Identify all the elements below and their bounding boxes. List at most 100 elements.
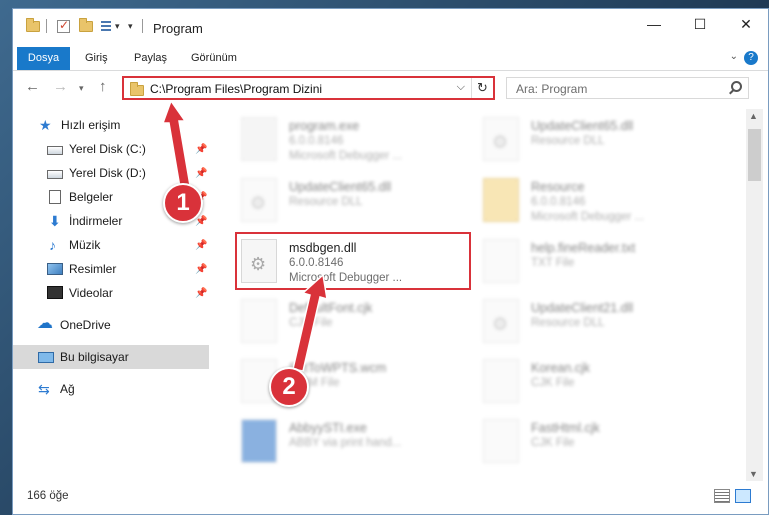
file-list: program.exe 6.0.0.8146 Microsoft Debugge…	[211, 109, 743, 481]
properties-icon[interactable]: ▾	[101, 18, 120, 34]
file-explorer-window: ▾ ▾ Program — ☐ ✕ Dosya Giriş Paylaş Gör…	[12, 8, 769, 515]
file-item[interactable]: Resource 6.0.0.8146 Microsoft Debugger .…	[483, 174, 723, 230]
search-box[interactable]: Ara: Program	[506, 77, 749, 99]
up-arrow-icon[interactable]: ↑	[99, 78, 107, 95]
dll-file-icon	[241, 178, 277, 222]
scroll-down-arrow-icon[interactable]: ▼	[749, 469, 758, 479]
file-description: ABBY via print hand...	[289, 437, 402, 449]
scroll-up-arrow-icon[interactable]: ▲	[749, 111, 758, 121]
sidebar-item-videos[interactable]: Videolar 📌	[13, 281, 209, 305]
file-item[interactable]: help.fineReader.txt TXT File	[483, 235, 723, 291]
sidebar-item-label: Ağ	[60, 382, 75, 396]
annotation-badge-1: 1	[163, 183, 203, 223]
dll-file-icon	[241, 239, 277, 283]
sidebar-item-onedrive[interactable]: ☁ OneDrive	[13, 313, 209, 337]
tab-home[interactable]: Giriş	[75, 47, 118, 70]
file-name: help.fineReader.txt	[531, 241, 636, 255]
file-item[interactable]: DefaultFont.cjk CJK File	[241, 295, 481, 351]
file-icon	[483, 359, 519, 403]
file-item[interactable]: FastHtml.cjk CJK File	[483, 415, 723, 471]
tab-share[interactable]: Paylaş	[124, 47, 177, 70]
file-type: Resource DLL	[531, 317, 605, 329]
folder-icon	[26, 17, 40, 34]
large-icons-view-icon[interactable]	[735, 489, 751, 503]
pictures-icon	[47, 263, 63, 275]
file-type: Resource DLL	[289, 196, 363, 208]
minimize-button[interactable]: —	[631, 9, 677, 39]
sidebar-item-label: OneDrive	[60, 318, 111, 332]
file-name: UpdateClient21.dll	[531, 301, 634, 315]
file-item[interactable]: UpdateClient21.dll Resource DLL	[483, 295, 723, 351]
sidebar-item-pictures[interactable]: Resimler 📌	[13, 257, 209, 281]
details-view-icon[interactable]	[714, 489, 730, 503]
properties-check-icon[interactable]	[57, 18, 70, 34]
file-name: UpdateClient65.dll	[289, 180, 392, 194]
close-button[interactable]: ✕	[723, 9, 768, 39]
documents-icon	[49, 190, 61, 204]
address-folder-icon	[130, 82, 144, 96]
exe-file-icon	[241, 419, 277, 463]
pin-icon[interactable]: 📌	[195, 288, 207, 299]
file-name: program.exe	[289, 119, 360, 133]
file-version: 6.0.0.8146	[531, 196, 586, 208]
exe-file-icon	[241, 117, 277, 161]
file-type: Resource DLL	[531, 135, 605, 147]
status-bar: 166 öğe	[13, 487, 768, 509]
pin-icon[interactable]: 📌	[195, 264, 207, 275]
tab-file[interactable]: Dosya	[17, 47, 70, 70]
file-version: 6.0.0.8146	[289, 135, 344, 147]
sidebar-item-network[interactable]: ⇆ Ağ	[13, 377, 209, 401]
sidebar-item-label: Yerel Disk (D:)	[69, 166, 146, 180]
file-item-msdbgen[interactable]: msdbgen.dll 6.0.0.8146 Microsoft Debugge…	[241, 235, 481, 291]
download-arrow-icon: ⬇	[49, 213, 61, 229]
ribbon-tabs: Dosya Giriş Paylaş Görünüm ⌄ ?	[13, 47, 768, 71]
sidebar-item-label: Müzik	[69, 238, 101, 252]
separator	[46, 19, 47, 33]
annotation-arrow-2	[293, 275, 328, 372]
annotation-badge-2: 2	[269, 367, 309, 407]
help-icon[interactable]: ?	[744, 51, 758, 65]
forward-arrow-icon[interactable]: →	[53, 78, 68, 95]
address-bar[interactable]: C:\Program Files\Program Dizini ⌵ ↻	[122, 76, 495, 100]
file-name: UpdateClient65.dll	[531, 119, 634, 133]
file-name: FastHtml.cjk	[531, 421, 600, 435]
file-name: Korean.cjk	[531, 361, 591, 375]
pin-icon[interactable]: 📌	[195, 240, 207, 251]
address-path[interactable]: C:\Program Files\Program Dizini	[150, 82, 322, 96]
file-name: Resource	[531, 180, 585, 194]
sidebar-item-this-pc[interactable]: Bu bilgisayar	[13, 345, 209, 369]
file-type: TXT File	[531, 257, 575, 269]
scroll-thumb[interactable]	[748, 129, 761, 181]
window-title: Program	[153, 21, 203, 36]
dll-file-icon	[483, 117, 519, 161]
network-icon: ⇆	[38, 381, 50, 397]
folder-icon	[483, 178, 519, 222]
refresh-icon[interactable]: ↻	[471, 78, 493, 98]
maximize-button[interactable]: ☐	[677, 9, 723, 39]
file-item[interactable]: UpdateClient65.dll Resource DLL	[241, 174, 481, 230]
file-description: Microsoft Debugger ...	[289, 150, 403, 162]
customize-toolbar-chevron-icon[interactable]: ▾	[128, 18, 133, 34]
file-type: CJK File	[531, 377, 575, 389]
sidebar-item-label: Bu bilgisayar	[60, 350, 129, 364]
new-folder-icon[interactable]	[79, 17, 93, 34]
sidebar-item-music[interactable]: ♪ Müzik 📌	[13, 233, 209, 257]
drive-icon	[47, 170, 63, 179]
cloud-icon: ☁	[37, 315, 53, 332]
address-dropdown-chevron-icon[interactable]: ⌵	[457, 81, 465, 94]
search-placeholder: Ara: Program	[516, 82, 588, 96]
vertical-scrollbar[interactable]: ▲ ▼	[746, 109, 763, 481]
drive-icon	[47, 146, 63, 155]
sidebar-item-label: İndirmeler	[69, 214, 123, 228]
sidebar-item-label: Hızlı erişim	[61, 118, 121, 132]
file-item[interactable]: Korean.cjk CJK File	[483, 355, 723, 411]
file-item[interactable]: AbbyySTI.exe ABBY via print hand...	[241, 415, 481, 471]
search-icon[interactable]	[731, 81, 742, 92]
file-item[interactable]: UpdateClient65.dll Resource DLL	[483, 113, 723, 169]
back-arrow-icon[interactable]: ←	[25, 78, 40, 95]
file-item[interactable]: program.exe 6.0.0.8146 Microsoft Debugge…	[241, 113, 481, 169]
expand-ribbon-chevron-icon[interactable]: ⌄	[730, 51, 738, 62]
recent-locations-chevron-icon[interactable]: ▾	[79, 83, 84, 94]
file-description: Microsoft Debugger ...	[531, 211, 645, 223]
tab-view[interactable]: Görünüm	[181, 47, 247, 70]
